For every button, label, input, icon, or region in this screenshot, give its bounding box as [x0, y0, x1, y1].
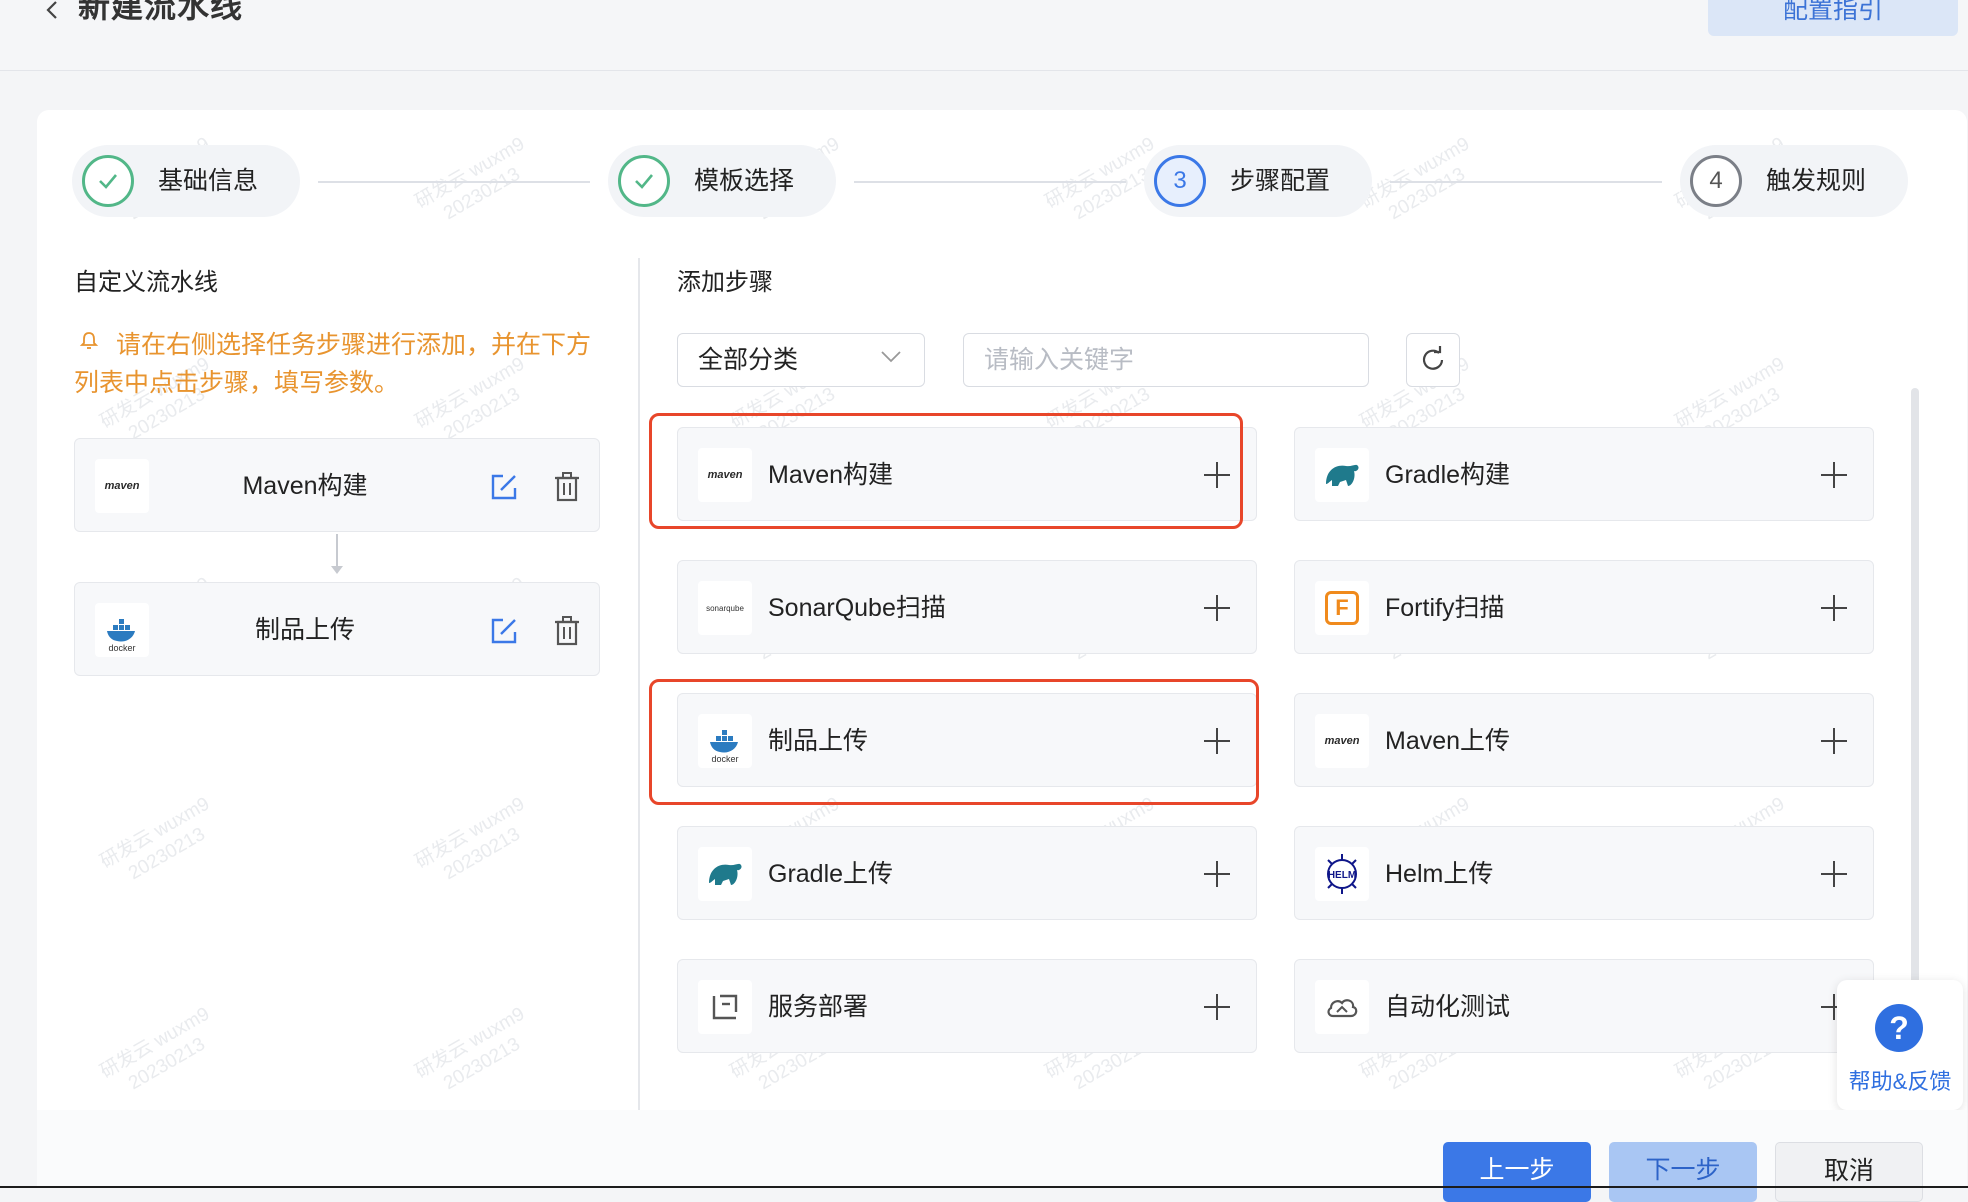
- gradle-logo: [1315, 448, 1369, 502]
- task-label: SonarQube扫描: [768, 594, 946, 622]
- pipeline-step-card[interactable]: docker 制品上传: [74, 582, 600, 676]
- help-feedback-widget[interactable]: ? 帮助&反馈: [1837, 980, 1963, 1110]
- docker-logo: docker: [95, 603, 149, 657]
- help-icon: ?: [1875, 1004, 1923, 1052]
- add-plus-icon[interactable]: [1204, 994, 1230, 1020]
- add-plus-icon[interactable]: [1204, 595, 1230, 621]
- step-trigger[interactable]: 4 触发规则: [1680, 145, 1908, 217]
- keyword-search-input[interactable]: [963, 333, 1369, 387]
- svg-text:HELM: HELM: [1328, 870, 1356, 881]
- add-plus-icon[interactable]: [1821, 595, 1847, 621]
- fortify-logo: F: [1315, 581, 1369, 635]
- step-label: 模板选择: [694, 167, 795, 195]
- back-arrow-icon[interactable]: [42, 0, 64, 22]
- task-card[interactable]: 自动化测试: [1294, 959, 1874, 1053]
- step-template[interactable]: 模板选择: [608, 145, 836, 217]
- cloud-test-icon: [1315, 980, 1369, 1034]
- task-label: Gradle上传: [768, 860, 894, 888]
- previous-step-button[interactable]: 上一步: [1443, 1142, 1591, 1202]
- refresh-button[interactable]: [1406, 333, 1460, 387]
- step-label: 基础信息: [158, 167, 259, 195]
- highlight-box: [649, 413, 1243, 529]
- chevron-down-icon: [881, 351, 901, 363]
- help-label: 帮助&反馈: [1848, 1069, 1952, 1094]
- maven-logo: maven: [1315, 714, 1369, 768]
- helm-logo: HELM: [1315, 847, 1369, 901]
- panel-divider: [638, 258, 640, 1120]
- step-label: 触发规则: [1766, 167, 1867, 195]
- task-label: 自动化测试: [1385, 993, 1511, 1021]
- refresh-icon: [1422, 346, 1444, 370]
- pipeline-step-label: 制品上传: [254, 616, 355, 644]
- scrollbar[interactable]: [1911, 388, 1919, 988]
- task-card[interactable]: Gradle上传: [677, 826, 1257, 920]
- check-icon: [618, 155, 670, 207]
- step-number-badge: 4: [1690, 155, 1742, 207]
- step-config[interactable]: 3 步骤配置: [1144, 145, 1372, 217]
- add-plus-icon[interactable]: [1204, 861, 1230, 887]
- config-guide-button[interactable]: 配置指引: [1708, 0, 1958, 36]
- trash-icon[interactable]: [553, 615, 581, 647]
- step-connector: [1390, 181, 1662, 183]
- add-plus-icon[interactable]: [1821, 462, 1847, 488]
- deploy-icon: [698, 980, 752, 1034]
- highlight-box: [649, 679, 1259, 805]
- check-icon: [82, 155, 134, 207]
- maven-logo: maven: [95, 459, 149, 513]
- cancel-button[interactable]: 取消: [1775, 1142, 1923, 1202]
- task-label: Maven上传: [1385, 727, 1511, 755]
- right-panel-title: 添加步骤: [677, 269, 773, 296]
- pipeline-step-label: Maven构建: [242, 472, 368, 500]
- task-label: 服务部署: [768, 993, 869, 1021]
- step-basic-info[interactable]: 基础信息: [72, 145, 300, 217]
- page-title: 新建流水线: [78, 0, 244, 24]
- left-panel-title: 自定义流水线: [74, 269, 218, 296]
- task-label: Helm上传: [1385, 860, 1494, 888]
- connector-arrow-icon: [331, 566, 343, 574]
- task-label: Fortify扫描: [1385, 594, 1505, 622]
- sonarqube-logo: sonarqube: [698, 581, 752, 635]
- edit-icon[interactable]: [489, 616, 519, 646]
- task-card[interactable]: HELM Helm上传: [1294, 826, 1874, 920]
- task-card[interactable]: Gradle构建: [1294, 427, 1874, 521]
- task-card[interactable]: F Fortify扫描: [1294, 560, 1874, 654]
- gradle-logo: [698, 847, 752, 901]
- pipeline-step-card[interactable]: maven Maven构建: [74, 438, 600, 532]
- step-number-badge: 3: [1154, 155, 1206, 207]
- svg-text:docker: docker: [108, 643, 135, 653]
- task-card[interactable]: 服务部署: [677, 959, 1257, 1053]
- next-step-button[interactable]: 下一步: [1609, 1142, 1757, 1202]
- add-plus-icon[interactable]: [1821, 861, 1847, 887]
- step-connector: [854, 181, 1126, 183]
- step-label: 步骤配置: [1230, 167, 1331, 195]
- task-card[interactable]: sonarqube SonarQube扫描: [677, 560, 1257, 654]
- task-card[interactable]: maven Maven上传: [1294, 693, 1874, 787]
- add-plus-icon[interactable]: [1821, 728, 1847, 754]
- edit-icon[interactable]: [489, 472, 519, 502]
- task-label: Gradle构建: [1385, 461, 1511, 489]
- hint-text: 请在右侧选择任务步骤进行添加，并在下方列表中点击步骤，填写参数。: [74, 331, 592, 397]
- page-header: [0, 0, 1968, 71]
- step-connector: [318, 181, 590, 183]
- trash-icon[interactable]: [553, 471, 581, 503]
